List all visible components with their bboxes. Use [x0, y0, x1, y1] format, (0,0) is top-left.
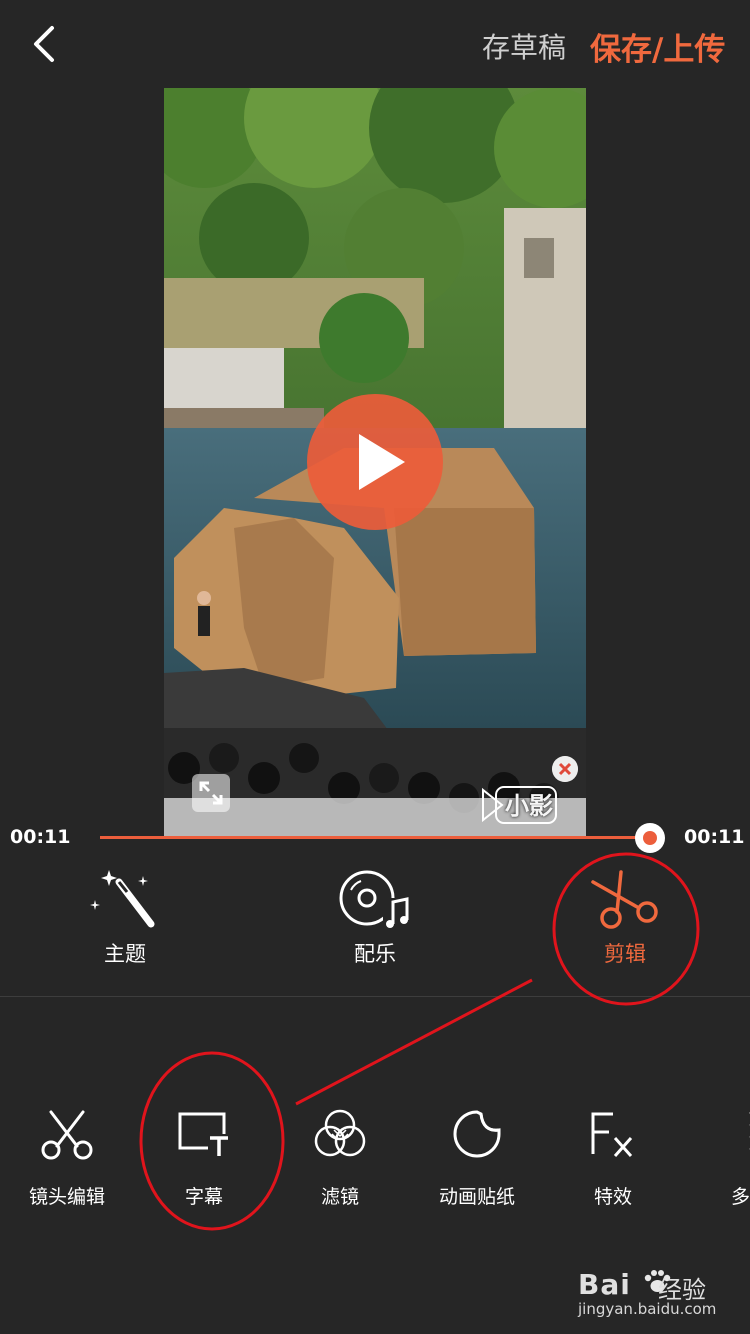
tool-filter-label: 滤镜	[320, 1186, 359, 1208]
tool-effects[interactable]: 特效	[557, 1108, 669, 1209]
remove-watermark-icon[interactable]	[552, 756, 578, 782]
baidu-logo-text: Bai	[578, 1268, 631, 1301]
progress-track[interactable]	[100, 836, 650, 839]
tab-music[interactable]: 配乐	[315, 868, 435, 978]
magic-wand-icon	[90, 870, 155, 928]
total-time: 00:11	[684, 826, 745, 848]
tool-filter[interactable]: 滤镜	[284, 1108, 396, 1209]
play-icon	[359, 434, 405, 490]
tool-effects-label: 特效	[593, 1186, 632, 1208]
current-time: 00:11	[10, 826, 71, 848]
tab-edit-label: 剪辑	[604, 942, 646, 966]
scissors-icon	[41, 1110, 93, 1160]
tab-music-label: 配乐	[354, 942, 396, 966]
tool-sticker[interactable]: 动画贴纸	[421, 1108, 533, 1209]
fullscreen-icon[interactable]	[192, 774, 230, 812]
tab-theme[interactable]: 主题	[65, 868, 185, 978]
tool-sticker-label: 动画贴纸	[438, 1186, 515, 1208]
subtitle-icon	[178, 1112, 228, 1156]
tool-multi-segment-label: 多段	[730, 1186, 750, 1208]
back-icon[interactable]	[24, 22, 68, 66]
music-disc-icon	[339, 870, 409, 928]
tab-edit[interactable]: 剪辑	[565, 868, 685, 978]
filter-icon	[314, 1109, 366, 1157]
multi-segment-icon	[749, 1112, 750, 1150]
tab-theme-label: 主题	[104, 942, 146, 966]
tool-clip-edit[interactable]: 镜头编辑	[11, 1108, 123, 1209]
progress-handle[interactable]	[635, 823, 665, 853]
tool-multi-segment[interactable]: 多段	[694, 1108, 750, 1209]
sticker-icon	[453, 1110, 501, 1158]
tool-subtitle[interactable]: 字幕	[148, 1108, 260, 1209]
divider	[0, 996, 750, 997]
save-draft-button[interactable]: 存草稿	[482, 26, 566, 66]
annotation-arrow-line	[295, 978, 533, 1106]
watermark-label: 小影	[505, 792, 553, 820]
tool-subtitle-label: 字幕	[184, 1186, 223, 1208]
fx-icon	[591, 1112, 633, 1157]
baidu-url: jingyan.baidu.com	[578, 1300, 717, 1318]
play-button[interactable]	[307, 394, 443, 530]
tool-clip-edit-label: 镜头编辑	[28, 1186, 105, 1208]
scissors-icon	[591, 870, 658, 929]
save-upload-button[interactable]: 保存/上传	[590, 24, 725, 69]
